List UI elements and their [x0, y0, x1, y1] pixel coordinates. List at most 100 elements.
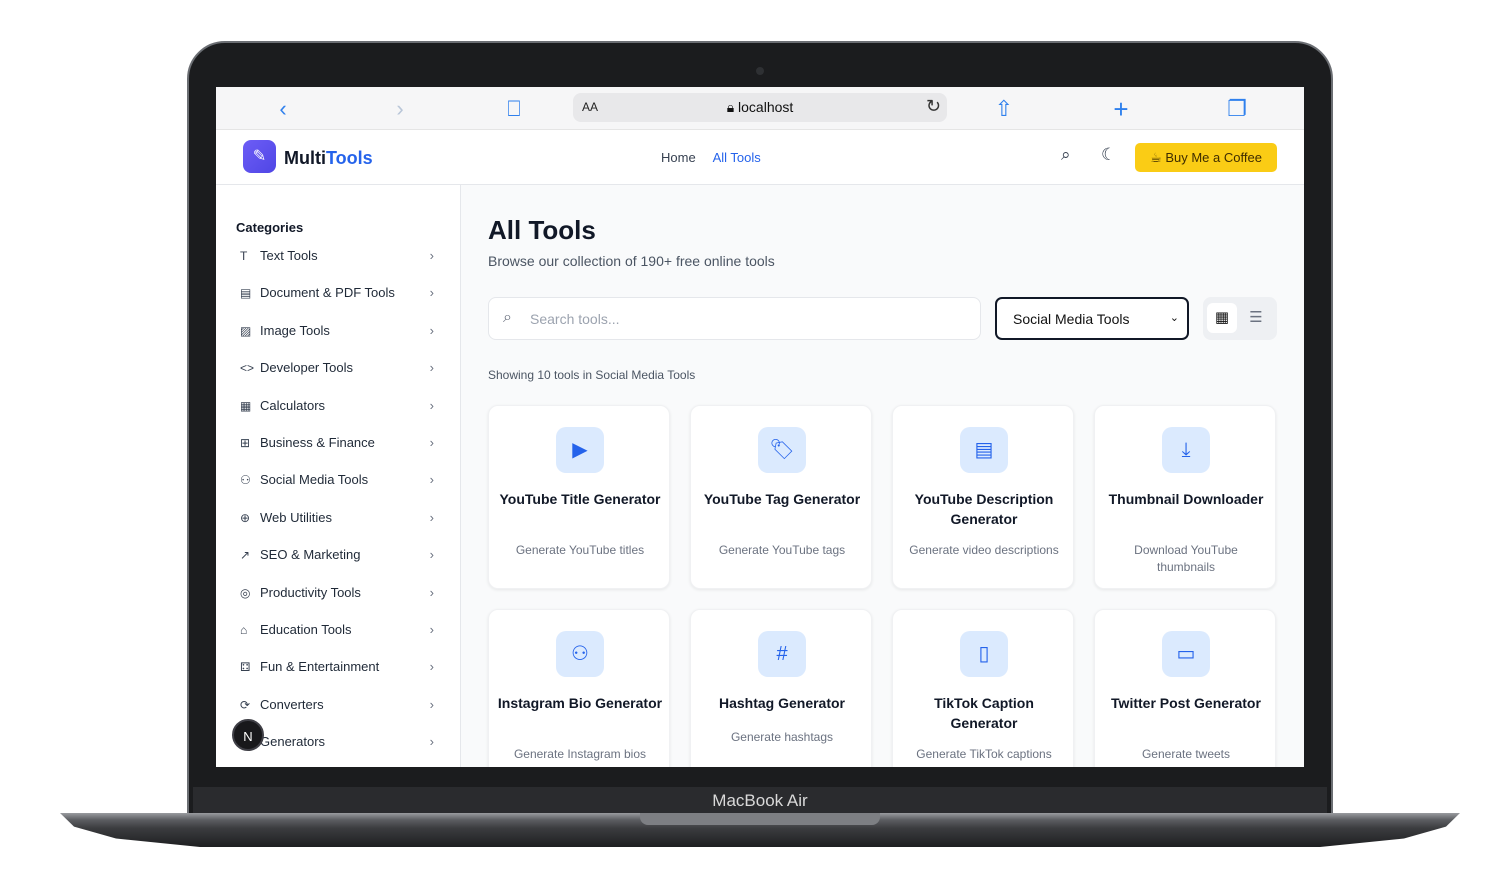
- tool-card[interactable]: ⚇ Instagram Bio Generator Generate Instagr…: [488, 609, 670, 767]
- sidebar-item-label: SEO & Marketing: [260, 547, 361, 563]
- tool-icon: ⤓: [1162, 427, 1210, 473]
- webcam: [756, 67, 764, 75]
- chevron-right-icon: ›: [429, 360, 434, 376]
- tool-title: TikTok Caption Generator: [934, 695, 1034, 731]
- reload-icon[interactable]: ↻: [926, 96, 941, 117]
- sidebar-item-label: Generators: [260, 734, 326, 750]
- sidebar-item[interactable]: T Text Tools ›: [240, 248, 440, 268]
- sidebar-item-label: Text Tools: [260, 248, 318, 263]
- tool-title: YouTube Tag Generator: [703, 491, 861, 507]
- sidebar-item[interactable]: ▤ Document & PDF Tools ›: [240, 285, 440, 305]
- tool-description: Generate Instagram bios: [513, 747, 647, 761]
- search-icon: ⌕: [503, 309, 512, 326]
- category-icon: ▦: [240, 398, 252, 413]
- nav-home[interactable]: Home: [661, 150, 696, 165]
- sidebar-item[interactable]: ✦Generators›: [240, 734, 440, 754]
- moon-icon[interactable]: ☾: [1101, 145, 1116, 165]
- tool-title: Instagram Bio Generator: [497, 695, 663, 711]
- tool-icon: ▶: [556, 427, 604, 473]
- chevron-right-icon: ›: [429, 285, 434, 301]
- search-placeholder: Search tools...: [530, 311, 620, 327]
- list-view-icon[interactable]: ☰: [1241, 303, 1271, 333]
- back-icon[interactable]: ‹: [269, 95, 297, 123]
- chevron-right-icon: ›: [429, 509, 434, 525]
- tool-icon: ▤: [960, 427, 1008, 473]
- tabs-icon[interactable]: ❐: [1223, 95, 1251, 123]
- sidebar-item[interactable]: ⟳ Converters ›: [240, 697, 440, 717]
- sidebar-item[interactable]: ↗ SEO & Marketing ›: [240, 547, 440, 567]
- tool-card[interactable]: ▤ YouTube Description Generator Generate v…: [892, 405, 1074, 589]
- tool-description: Download YouTube thumbnails: [1134, 543, 1238, 574]
- laptop-notch: [640, 813, 880, 825]
- tool-title: Thumbnail Downloader: [1108, 491, 1264, 507]
- tool-description: Generate video descriptions: [909, 543, 1059, 557]
- dev-indicator-badge[interactable]: N: [232, 719, 264, 751]
- main-nav: Home All Tools: [661, 150, 775, 165]
- chevron-right-icon: ›: [429, 248, 434, 263]
- tool-card[interactable]: # Hashtag Generator Generate hashtags: [690, 609, 872, 767]
- sidebar-item[interactable]: ◎ Productivity Tools ›: [240, 585, 440, 605]
- sidebar-item[interactable]: ⊕ Web Utilities ›: [240, 510, 440, 530]
- search-input[interactable]: ⌕ Search tools...: [488, 297, 981, 340]
- tool-card[interactable]: ▶ YouTube Title Generator Generate YouTube…: [488, 405, 670, 589]
- new-tab-icon[interactable]: +: [1107, 95, 1135, 123]
- sidebar-item[interactable]: ⚇ Social Media Tools ›: [240, 472, 440, 492]
- tool-description: Generate TikTok captions: [916, 747, 1052, 761]
- bookmarks-icon[interactable]: ⎕: [500, 95, 528, 123]
- tool-description: Generate YouTube titles: [515, 543, 645, 557]
- sidebar-item-label: Productivity Tools: [260, 584, 361, 600]
- sidebar-item-label: Converters: [260, 696, 324, 712]
- tool-description: Generate hashtags: [730, 730, 834, 744]
- tool-icon: ▭: [1162, 631, 1210, 677]
- coffee-icon: ☕︎: [1150, 150, 1166, 165]
- tool-title: YouTube Title Generator: [499, 491, 661, 507]
- sidebar-item-label: Document & PDF Tools: [260, 285, 395, 301]
- sidebar-item[interactable]: ⌂ Education Tools ›: [240, 622, 440, 642]
- tool-card[interactable]: ▭ Twitter Post Generator Generate tweets: [1094, 609, 1276, 767]
- search-icon[interactable]: ⌕: [1061, 145, 1071, 165]
- category-select[interactable]: Social Media Tools ⌄: [995, 297, 1189, 340]
- categories-title: Categories: [236, 220, 304, 235]
- chevron-right-icon: ›: [429, 659, 434, 675]
- tool-card[interactable]: ▯ TikTok Caption Generator Generate TikTok…: [892, 609, 1074, 767]
- brand-accent: Tools: [326, 148, 373, 168]
- category-icon: ▨: [240, 323, 252, 338]
- category-icon: T: [240, 249, 248, 263]
- wrench-icon[interactable]: ✎: [243, 140, 276, 173]
- address-bar[interactable]: AA 🔒︎ localhost ↻: [573, 93, 947, 122]
- brand-logo[interactable]: MultiTools: [284, 148, 373, 169]
- category-icon: ⚇: [240, 473, 251, 488]
- tool-description: Generate YouTube tags: [718, 543, 846, 557]
- category-icon: ↗: [240, 548, 251, 563]
- sidebar-item[interactable]: ⊞ Business & Finance ›: [240, 435, 440, 455]
- device-label: MacBook Air: [193, 787, 1327, 815]
- url-text: 🔒︎ localhost: [573, 99, 947, 116]
- forward-icon[interactable]: ›: [386, 95, 414, 123]
- share-icon[interactable]: ⇧: [990, 95, 1018, 123]
- tool-icon: ⚇: [556, 631, 604, 677]
- sidebar-item[interactable]: ▨ Image Tools ›: [240, 323, 440, 343]
- nav-all-tools[interactable]: All Tools: [713, 150, 761, 165]
- coffee-label: Buy Me a Coffee: [1165, 150, 1262, 165]
- category-icon: ⌂: [240, 623, 248, 637]
- tool-card[interactable]: ⤓ Thumbnail Downloader Download YouTube th…: [1094, 405, 1276, 589]
- category-icon: ▤: [240, 286, 252, 301]
- tool-card[interactable]: 🏷 YouTube Tag Generator Generate YouTube t…: [690, 405, 872, 589]
- sidebar-item-label: Web Utilities: [260, 509, 333, 525]
- sidebar-item-label: Business & Finance: [260, 435, 375, 450]
- sidebar-item[interactable]: ▦ Calculators ›: [240, 398, 440, 418]
- chevron-right-icon: ›: [429, 472, 434, 488]
- chevron-right-icon: ›: [429, 397, 434, 413]
- main-content: All Tools Browse our collection of 190+ …: [461, 185, 1304, 767]
- tool-title: YouTube Description Generator: [914, 491, 1054, 527]
- chevron-right-icon: ›: [429, 547, 434, 563]
- app-header: ✎ MultiTools Home All Tools ⌕ ☾ ☕︎ Buy M…: [216, 130, 1304, 185]
- grid-view-icon[interactable]: ▦: [1207, 303, 1237, 333]
- category-select-value: Social Media Tools: [1013, 311, 1130, 327]
- tool-icon: 🏷: [758, 427, 806, 473]
- sidebar-item[interactable]: ⚃ Fun & Entertainment ›: [240, 659, 440, 679]
- lock-icon: 🔒︎: [726, 99, 739, 115]
- sidebar-item[interactable]: <> Developer Tools ›: [240, 360, 440, 380]
- tool-icon: #: [758, 631, 806, 677]
- buy-coffee-button[interactable]: ☕︎ Buy Me a Coffee: [1135, 143, 1277, 172]
